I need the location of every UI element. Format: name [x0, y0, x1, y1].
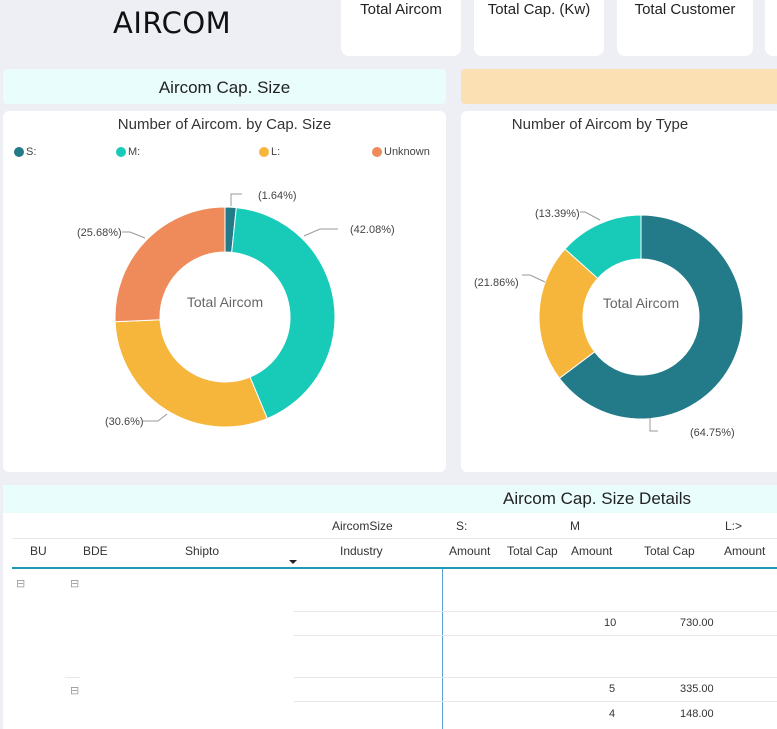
- column-header-l-amount[interactable]: Amount: [724, 544, 765, 558]
- column-header-m-amount[interactable]: Amount: [571, 544, 612, 558]
- slice-label-type-3: (13.39%): [535, 208, 580, 220]
- donut-center-label: Total Aircom: [603, 295, 679, 311]
- header-bottom-border: [12, 567, 777, 569]
- column-header-bde[interactable]: BDE: [83, 544, 108, 558]
- row-m-amount: 4: [609, 708, 616, 720]
- header-divider: [12, 538, 777, 539]
- row-divider: [294, 701, 777, 702]
- row-m-amount: 10: [604, 617, 617, 629]
- collapse-icon[interactable]: ⊟: [16, 577, 25, 590]
- column-group-l[interactable]: L:>: [725, 519, 742, 533]
- column-separator: [442, 569, 443, 729]
- leader-line: [649, 418, 658, 432]
- column-group-s[interactable]: S:: [456, 519, 467, 533]
- leader-line: [580, 211, 601, 221]
- row-divider: [294, 677, 777, 678]
- slice-label-type-2: (21.86%): [474, 277, 519, 289]
- row-m-total-cap: 335.00: [680, 683, 714, 695]
- column-header-industry[interactable]: Industry: [340, 544, 383, 558]
- details-table-title: Aircom Cap. Size Details: [503, 489, 692, 508]
- slice-label-type-1: (64.75%): [690, 427, 735, 439]
- sort-desc-icon[interactable]: [287, 558, 299, 566]
- collapse-icon[interactable]: ⊟: [70, 577, 79, 590]
- row-m-total-cap: 730.00: [680, 617, 714, 629]
- row-divider: [294, 611, 777, 612]
- column-header-bu[interactable]: BU: [30, 544, 47, 558]
- column-group-field: AircomSize: [332, 519, 393, 533]
- type-donut-svg: (64.75%) (21.86%) (13.39%) Total Aircom: [474, 208, 744, 439]
- row-divider: [65, 677, 80, 678]
- column-header-shipto[interactable]: Shipto: [185, 544, 219, 558]
- column-header-s-amount[interactable]: Amount: [449, 544, 490, 558]
- leader-line: [522, 274, 546, 283]
- column-header-s-total-cap[interactable]: Total Cap: [507, 544, 558, 558]
- column-group-m[interactable]: M: [570, 519, 580, 533]
- column-header-m-total-cap[interactable]: Total Cap: [644, 544, 695, 558]
- type-donut: [538, 214, 744, 420]
- row-m-total-cap: 148.00: [680, 708, 714, 720]
- collapse-icon[interactable]: ⊟: [70, 684, 79, 697]
- row-divider: [294, 635, 777, 636]
- row-m-amount: 5: [609, 683, 616, 695]
